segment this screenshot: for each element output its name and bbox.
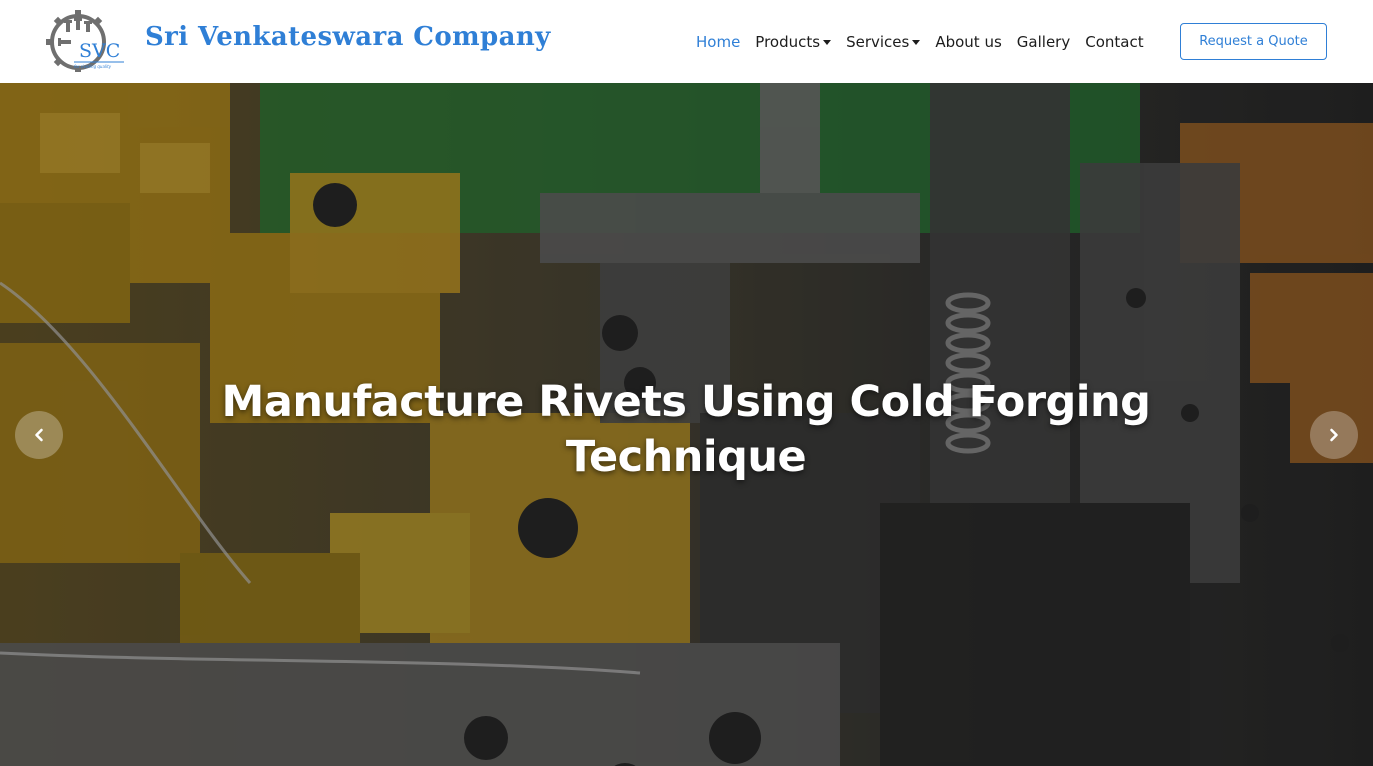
nav-home[interactable]: Home xyxy=(696,33,740,51)
nav-home-label: Home xyxy=(696,32,741,51)
nav-products[interactable]: Products xyxy=(755,32,832,51)
nav-gallery-label: Gallery xyxy=(1016,32,1071,51)
nav-contact-label: Contact xyxy=(1085,32,1144,51)
svg-text:SVC: SVC xyxy=(79,40,120,62)
svg-text:for riveting quality: for riveting quality xyxy=(74,64,112,69)
site-header: SVC for riveting quality Sri Venkateswar… xyxy=(0,0,1373,83)
nav-services[interactable]: Services xyxy=(846,32,921,51)
nav-gallery[interactable]: Gallery xyxy=(1017,33,1070,51)
nav-services-label: Services xyxy=(846,32,910,51)
caret-down-icon xyxy=(912,39,921,45)
hero-carousel: Manufacture Rivets Using Cold Forging Te… xyxy=(0,83,1373,766)
nav-contact[interactable]: Contact xyxy=(1085,33,1143,51)
svc-logo: SVC for riveting quality xyxy=(46,10,124,72)
carousel-next-button[interactable] xyxy=(1310,411,1358,459)
logo-link[interactable]: SVC for riveting quality xyxy=(44,6,126,76)
brand-name[interactable]: Sri Venkateswara Company xyxy=(145,22,551,52)
main-nav: Home Products Services About us Gallery … xyxy=(696,0,1159,83)
hero-title: Manufacture Rivets Using Cold Forging Te… xyxy=(221,377,1151,482)
request-quote-button[interactable]: Request a Quote xyxy=(1180,23,1327,60)
chevron-right-icon xyxy=(1330,428,1338,442)
caret-down-icon xyxy=(823,39,832,45)
nav-about-label: About us xyxy=(935,32,1002,51)
carousel-prev-button[interactable] xyxy=(15,411,63,459)
chevron-left-icon xyxy=(35,428,43,442)
nav-products-label: Products xyxy=(755,32,821,51)
nav-about[interactable]: About us xyxy=(935,33,1001,51)
